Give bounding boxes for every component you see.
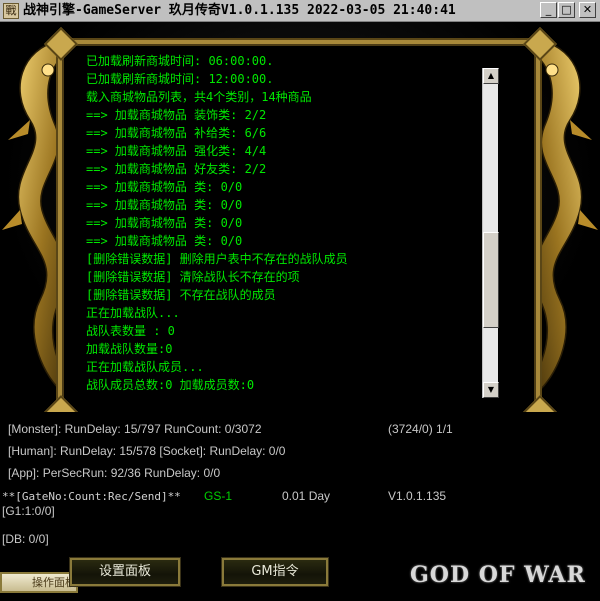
gate-entry: [G1:1:0/0] (2, 504, 55, 518)
log-line: [删除错误数据] 清除战队长不存在的项 (86, 270, 300, 284)
log-line: ==> 加载商城物品 补给类: 6/6 (86, 126, 267, 140)
window-title: 战神引擎-GameServer 玖月传奇V1.0.1.135 2022-03-0… (23, 3, 456, 18)
log-line: ==> 加载商城物品 装饰类: 2/2 (86, 108, 267, 122)
monster-count: (3724/0) 1/1 (388, 422, 453, 436)
log-line: [删除错误数据] 删除用户表中不存在的战队成员 (86, 252, 348, 266)
log-line: 载入商城物品列表，共4个类别，14种商品 (86, 90, 312, 104)
gm-command-button[interactable]: GM指令 (221, 557, 329, 587)
app-status: [App]: PerSecRun: 92/36 RunDelay: 0/0 (8, 466, 221, 480)
gate-name: GS-1 (204, 489, 233, 503)
log-line: 已加载刷新商城时间: 12:00:00. (86, 72, 274, 86)
log-stage: 已加载刷新商城时间: 06:00:00. 已加载刷新商城时间: 12:00:00… (0, 22, 600, 429)
log-line: ==> 加载商城物品 类: 0/0 (86, 216, 243, 230)
gate-version: V1.0.1.135 (388, 489, 447, 503)
log-line: 正在加载战队成员... (86, 360, 204, 374)
gate-uptime: 0.01 Day (282, 489, 331, 503)
log-line: 战队表数量 : 0 (86, 324, 175, 338)
scroll-thumb[interactable] (483, 232, 499, 328)
log-line: [删除错误数据] 不存在战队的成员 (86, 288, 276, 302)
human-status: [Human]: RunDelay: 15/578 [Socket]: RunD… (8, 444, 286, 458)
log-line: ==> 加载商城物品 类: 0/0 (86, 180, 243, 194)
log-line: 加载战队数量:0 (86, 342, 173, 356)
settings-panel-button[interactable]: 设置面板 (69, 557, 181, 587)
log-line: 正在加载战队... (86, 306, 180, 320)
app-icon[interactable]: 戰 (3, 3, 19, 19)
maximize-button[interactable]: □ (558, 2, 575, 18)
god-of-war-logo: GOD OF WAR (410, 562, 586, 588)
scroll-down-icon[interactable]: ▼ (483, 382, 499, 398)
minimize-button[interactable]: _ (540, 2, 557, 18)
scroll-up-icon[interactable]: ▲ (483, 68, 499, 84)
log-line: ==> 加载商城物品 好友类: 2/2 (86, 162, 267, 176)
gate-header: **[GateNo:Count:Rec/Send]** (2, 490, 181, 503)
monster-status: [Monster]: RunDelay: 15/797 RunCount: 0/… (8, 422, 262, 436)
title-bar[interactable]: 戰 战神引擎-GameServer 玖月传奇V1.0.1.135 2022-03… (0, 0, 600, 22)
operate-panel-button[interactable]: 操作面板 (0, 572, 78, 593)
status-panel: [Monster]: RunDelay: 15/797 RunCount: 0/… (0, 412, 600, 601)
db-status: [DB: 0/0] (2, 532, 49, 546)
log-line: 已加载刷新商城时间: 06:00:00. (86, 54, 274, 68)
log-line: ==> 加载商城物品 类: 0/0 (86, 234, 243, 248)
server-log[interactable]: 已加载刷新商城时间: 06:00:00. 已加载刷新商城时间: 12:00:00… (86, 52, 482, 396)
log-scrollbar[interactable]: ▲ ▼ (482, 68, 499, 398)
log-line: ==> 加载商城物品 类: 0/0 (86, 198, 243, 212)
log-line: ==> 加载商城物品 强化类: 4/4 (86, 144, 267, 158)
close-button[interactable]: ✕ (579, 2, 596, 18)
log-line: 战队成员总数:0 加载成员数:0 (86, 378, 255, 392)
